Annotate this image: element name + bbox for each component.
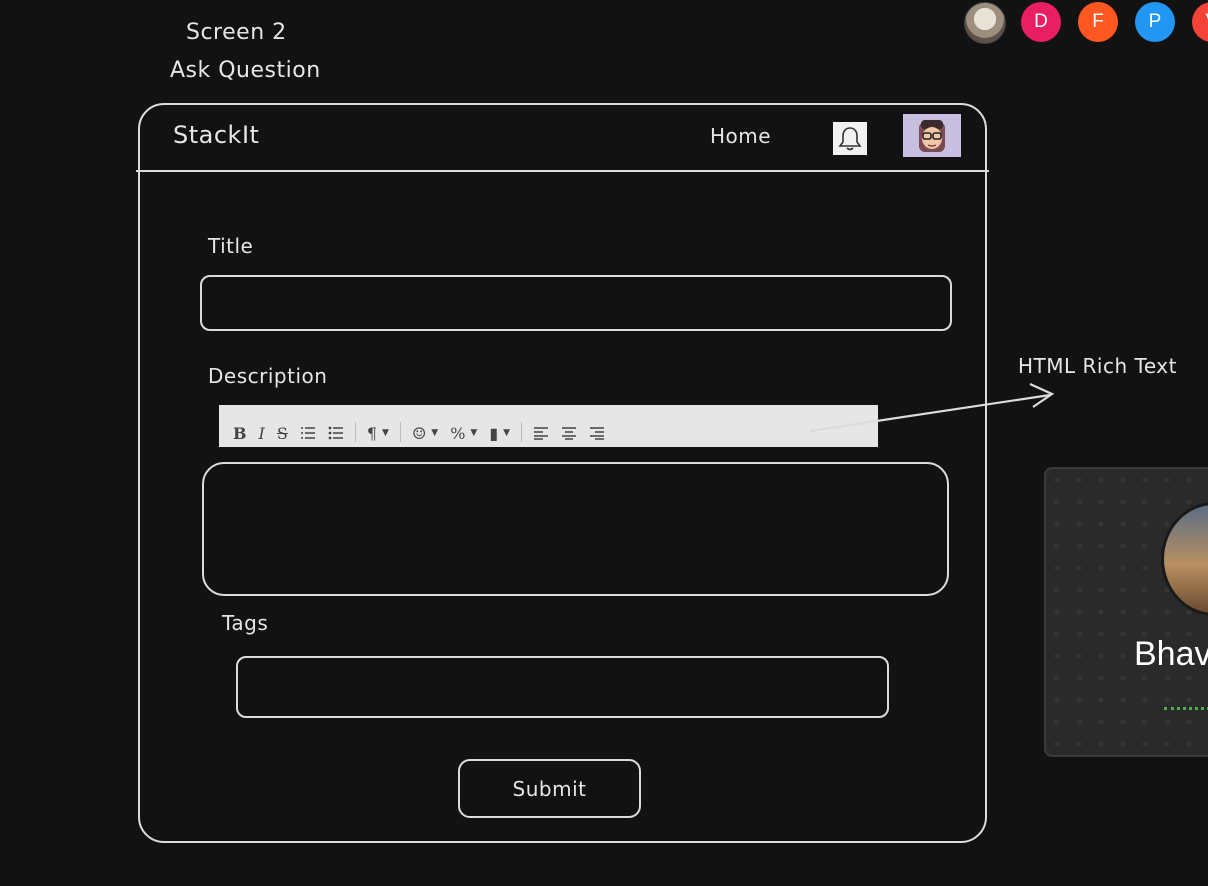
rich-text-annotation: HTML Rich Text [1018, 354, 1177, 378]
bold-button[interactable]: B [227, 422, 253, 444]
strikethrough-button[interactable]: S [271, 422, 294, 444]
chevron-down-icon: ▼ [431, 428, 439, 438]
submit-button[interactable]: Submit [458, 759, 641, 818]
bullet-list-button[interactable] [322, 422, 350, 444]
tags-input[interactable] [236, 656, 889, 718]
align-right-button[interactable] [583, 422, 611, 444]
italic-button[interactable]: I [253, 422, 271, 444]
annotation-arrow [809, 382, 1055, 433]
embedded-profile-card[interactable]: Bhav [1044, 467, 1208, 757]
title-label: Title [208, 234, 254, 258]
description-editor[interactable] [202, 462, 949, 596]
card-status-dots [1164, 707, 1208, 710]
collaborator-avatar-v[interactable]: V [1192, 2, 1208, 42]
emoji-dropdown[interactable]: ☺ ▼ [406, 422, 444, 444]
toolbar-separator [521, 422, 523, 442]
screen-number-label: Screen 2 [186, 20, 287, 45]
collaborator-avatar-p[interactable]: P [1135, 2, 1175, 42]
emoji-icon: ☺ [411, 423, 427, 443]
file-dropdown[interactable]: ▮ ▼ [483, 422, 516, 444]
home-link[interactable]: Home [710, 124, 771, 148]
tags-label: Tags [222, 611, 269, 635]
avatar-icon [919, 119, 945, 152]
link-dropdown[interactable]: % ▼ [444, 422, 483, 444]
paragraph-dropdown[interactable]: ¶ ▼ [361, 422, 395, 444]
notification-button[interactable] [833, 122, 867, 155]
align-center-icon [562, 427, 577, 440]
navbar-divider [136, 170, 989, 172]
collaborator-avatar-photo[interactable] [964, 2, 1006, 44]
description-label: Description [208, 364, 328, 388]
bullet-list-icon [328, 426, 343, 440]
collaborator-avatar-d[interactable]: D [1021, 2, 1061, 42]
ordered-list-button[interactable] [294, 422, 322, 444]
align-right-icon [590, 427, 605, 440]
collaborator-avatar-f[interactable]: F [1078, 2, 1118, 42]
chevron-down-icon: ▼ [503, 428, 511, 438]
align-left-button[interactable] [527, 422, 555, 444]
toolbar-separator [399, 422, 401, 442]
profile-avatar-button[interactable] [903, 114, 961, 157]
align-center-button[interactable] [555, 422, 583, 444]
chevron-down-icon: ▼ [470, 428, 478, 438]
align-left-icon [534, 427, 549, 440]
toolbar-separator [354, 422, 356, 442]
card-profile-photo [1161, 502, 1208, 616]
ordered-list-icon [300, 427, 315, 439]
paragraph-icon: ¶ [366, 423, 378, 443]
card-name: Bhav [1134, 635, 1208, 673]
file-icon: ▮ [489, 423, 499, 443]
title-input[interactable] [200, 275, 952, 331]
bell-icon [838, 126, 862, 150]
link-icon: % [450, 423, 466, 443]
rich-text-toolbar: B I S ¶ ▼ ☺ ▼ % ▼ ▮ ▼ [219, 405, 878, 447]
chevron-down-icon: ▼ [382, 428, 389, 438]
screen-name-label: Ask Question [170, 58, 321, 83]
app-logo[interactable]: StackIt [173, 121, 259, 149]
